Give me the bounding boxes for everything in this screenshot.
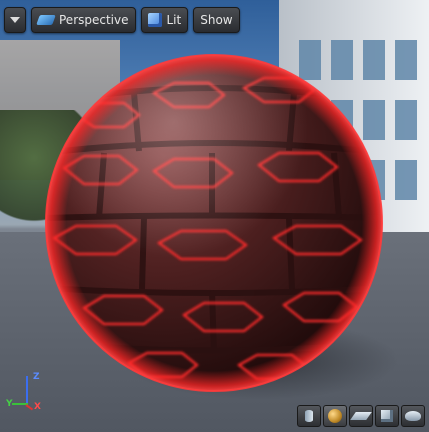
lit-label: Lit: [166, 13, 182, 27]
sphere-shape-button[interactable]: [323, 405, 347, 427]
lit-button[interactable]: Lit: [140, 7, 189, 33]
plane-icon: [350, 412, 372, 420]
preview-shape-toolbar: [297, 405, 425, 427]
perspective-icon: [36, 15, 56, 25]
show-button[interactable]: Show: [193, 7, 240, 33]
sphere-icon: [328, 409, 342, 423]
z-axis-label: Z: [33, 372, 40, 382]
axis-gizmo: Z Y X: [6, 372, 46, 412]
lit-cube-icon: [147, 13, 162, 27]
cube-icon: [381, 410, 393, 422]
teapot-icon: [405, 411, 421, 421]
teapot-shape-button[interactable]: [401, 405, 425, 427]
chevron-down-icon: [10, 17, 20, 23]
viewport-toolbar: Perspective Lit Show: [4, 7, 240, 33]
material-preview-viewport[interactable]: Perspective Lit Show Z Y X: [0, 0, 429, 432]
perspective-button[interactable]: Perspective: [31, 7, 136, 33]
material-preview-sphere[interactable]: [44, 53, 384, 393]
viewport-options-dropdown[interactable]: [4, 7, 26, 33]
cylinder-icon: [305, 410, 313, 422]
plane-shape-button[interactable]: [349, 405, 373, 427]
x-axis-line: [25, 404, 34, 411]
y-axis-label: Y: [6, 399, 13, 409]
cylinder-shape-button[interactable]: [297, 405, 321, 427]
perspective-label: Perspective: [59, 13, 129, 27]
cube-shape-button[interactable]: [375, 405, 399, 427]
z-axis-line: [26, 376, 28, 404]
x-axis-label: X: [34, 402, 41, 412]
show-label: Show: [200, 13, 233, 27]
